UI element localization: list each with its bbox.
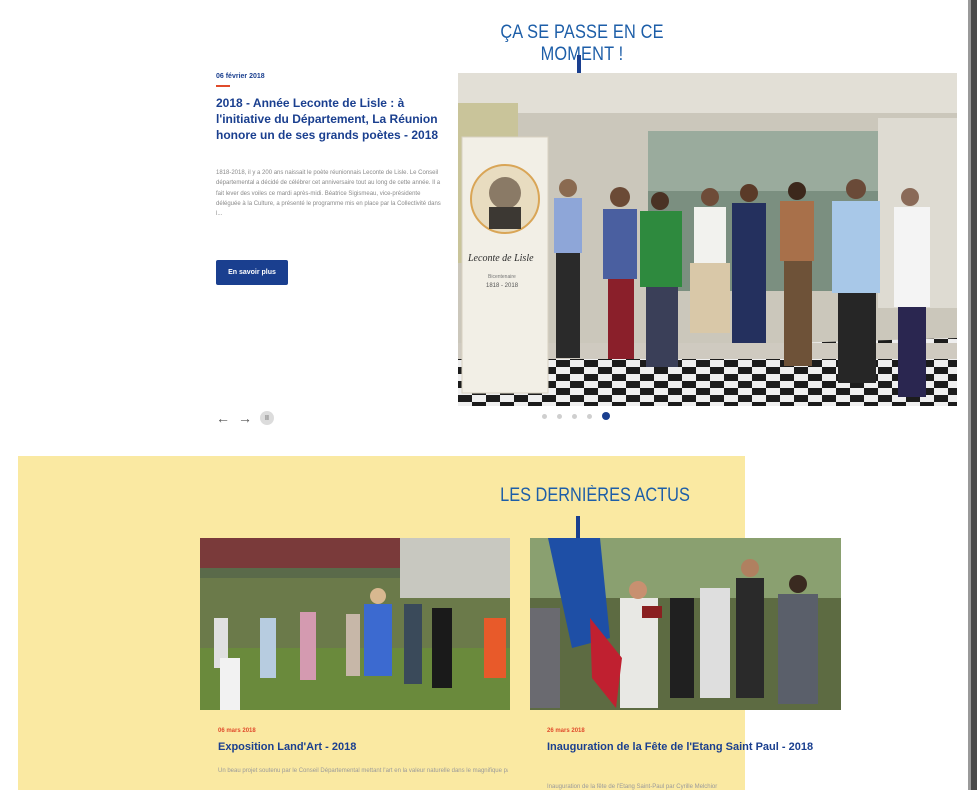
featured-date: 06 février 2018: [216, 73, 265, 80]
page-edge: [971, 0, 977, 790]
featured-title[interactable]: 2018 - Année Leconte de Lisle : à l'init…: [216, 95, 444, 143]
carousel-dot[interactable]: [542, 413, 547, 419]
news-card-1-title[interactable]: Exposition Land'Art - 2018: [218, 740, 508, 755]
news-card-2-excerpt: Inauguration de la fête de l'Etang Saint…: [547, 784, 718, 790]
carousel-dot[interactable]: [587, 413, 592, 419]
featured-excerpt: 1818-2018, il y a 200 ans naissait le po…: [216, 170, 441, 218]
news-card-1-photo[interactable]: [200, 538, 510, 710]
carousel-dots: [542, 412, 610, 420]
poster-signature: Leconte de Lisle: [467, 253, 534, 264]
poster-years: 1818 - 2018: [486, 283, 519, 289]
carousel-dot-active[interactable]: [602, 412, 610, 420]
carousel-controls: ← → II: [216, 410, 274, 426]
featured-photo[interactable]: Leconte de Lisle Bicentenaire 1818 - 201…: [458, 73, 957, 406]
section-title-now: ÇA SE PASSE EN CE MOMENT !: [500, 22, 664, 65]
carousel-dot[interactable]: [572, 413, 577, 419]
arrow-right-icon[interactable]: →: [238, 410, 252, 426]
section-title-news: LES DERNIÈRES ACTUS: [500, 485, 690, 506]
arrow-left-icon[interactable]: ←: [216, 410, 230, 426]
poster-subtitle: Bicentenaire: [488, 274, 516, 280]
read-more-button[interactable]: En savoir plus: [216, 260, 288, 285]
pause-icon[interactable]: II: [260, 411, 274, 425]
carousel-dot[interactable]: [557, 413, 562, 419]
news-card-2-title[interactable]: Inauguration de la Fête de l'Etang Saint…: [547, 740, 837, 755]
news-card-2-date: 26 mars 2018: [547, 728, 585, 734]
news-card-1-excerpt: Un beau projet soutenu par le Conseil Dé…: [218, 768, 508, 774]
news-card-2-photo[interactable]: [530, 538, 841, 710]
news-card-1-date: 06 mars 2018: [218, 728, 256, 734]
date-underline: [216, 85, 230, 87]
